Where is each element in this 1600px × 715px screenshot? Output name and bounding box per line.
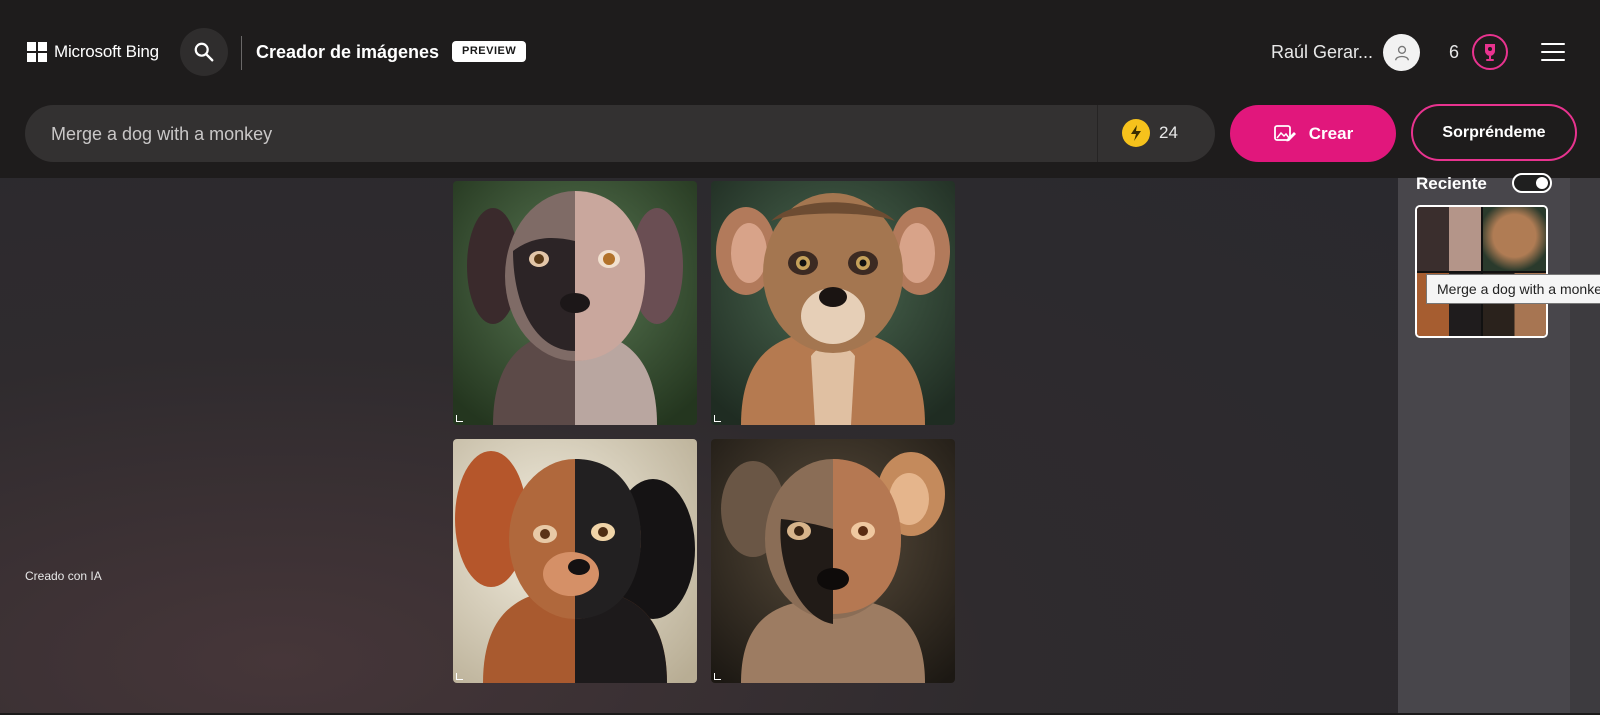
recent-creation-thumbnail[interactable] [1415,205,1548,338]
recent-toggle[interactable] [1512,173,1552,193]
windows-logo-icon [27,42,47,62]
thumb-image-2 [1482,207,1546,271]
create-button-label: Crear [1308,123,1354,143]
thumb-image-1 [1417,207,1481,271]
rewards-count[interactable]: 6 [1449,42,1459,63]
search-button[interactable] [180,28,228,76]
results-area: Creado con IA [0,178,1398,715]
image-corner-icon [714,673,721,680]
boost-count: 24 [1159,123,1178,142]
image-corner-icon [456,673,463,680]
sidebar-scrollbar-track[interactable] [1570,178,1600,715]
image-corner-icon [456,415,463,422]
lightning-icon [1122,119,1150,147]
trophy-icon [1485,44,1495,61]
page-title[interactable]: Creador de imágenes [256,42,439,63]
brand-name: Microsoft Bing [54,42,159,61]
microsoft-bing-logo[interactable]: Microsoft Bing [27,42,159,62]
image-corner-icon [714,415,721,422]
user-name[interactable]: Raúl Gerar... [1271,42,1373,63]
boost-counter[interactable]: 24 [1122,119,1178,147]
created-with-ai-label: Creado con IA [25,569,102,583]
prompt-input[interactable] [49,105,1113,164]
generated-image-3[interactable] [453,439,697,683]
image-create-icon [1273,124,1296,141]
user-icon [1394,45,1409,60]
recent-label: Reciente [1416,174,1487,193]
surprise-me-button[interactable]: Sorpréndeme [1411,104,1577,161]
generated-image-4[interactable] [711,439,955,683]
recent-sidebar: Reciente [1398,173,1570,715]
top-bar: Microsoft Bing Creador de imágenes PREVI… [0,0,1600,178]
rewards-icon[interactable] [1472,34,1508,70]
thumbnail-tooltip: Merge a dog with a monke [1426,274,1600,304]
preview-badge: PREVIEW [452,41,527,62]
hamburger-menu-icon[interactable] [1541,43,1565,61]
toggle-knob [1536,177,1548,189]
generated-image-1[interactable] [453,181,697,425]
prompt-bar: 24 [25,105,1215,164]
header-divider [241,36,242,70]
generated-image-2[interactable] [711,181,955,425]
search-icon [194,42,214,62]
avatar[interactable] [1383,34,1420,71]
prompt-separator [1097,105,1098,162]
create-button[interactable]: Crear [1230,105,1396,162]
